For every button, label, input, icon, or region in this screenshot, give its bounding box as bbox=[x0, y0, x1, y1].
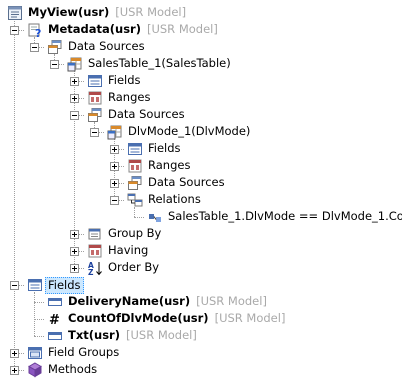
collapse-toggle[interactable] bbox=[10, 281, 19, 290]
datasource-table-icon bbox=[107, 124, 123, 140]
node-label: MyView(usr) [USR Model] bbox=[28, 5, 187, 19]
string-field-icon bbox=[47, 294, 63, 310]
expand-toggle[interactable] bbox=[10, 349, 19, 358]
fields-icon bbox=[127, 141, 143, 157]
node-label: SalesTable_1.DlvMode == DlvMode_1.Code bbox=[168, 209, 402, 223]
tree-line bbox=[34, 302, 44, 303]
metadata-icon: ? bbox=[27, 22, 43, 38]
having-icon bbox=[87, 243, 103, 259]
node-label: Fields bbox=[45, 277, 84, 294]
ranges-icon bbox=[87, 90, 103, 106]
node-label: SalesTable_1(SalesTable) bbox=[88, 56, 231, 70]
layer-tag: [USR Model] bbox=[146, 22, 218, 36]
tree-line bbox=[34, 336, 44, 337]
node-label: Order By bbox=[108, 260, 160, 274]
node-label: Relations bbox=[148, 192, 201, 206]
tree-line bbox=[134, 207, 135, 217]
expand-toggle[interactable] bbox=[70, 230, 79, 239]
collapse-toggle[interactable] bbox=[50, 60, 59, 69]
layer-tag: [USR Model] bbox=[214, 311, 286, 325]
expand-toggle[interactable] bbox=[110, 145, 119, 154]
node-label: DeliveryName(usr) [USR Model] bbox=[68, 294, 267, 308]
node-label: Ranges bbox=[148, 158, 191, 172]
node-label: Group By bbox=[108, 226, 162, 240]
node-label: Ranges bbox=[108, 90, 151, 104]
datasources-icon bbox=[87, 107, 103, 123]
svg-text:?: ? bbox=[35, 27, 41, 38]
node-label: Methods bbox=[48, 362, 98, 376]
collapse-toggle[interactable] bbox=[70, 111, 79, 120]
collapse-toggle[interactable] bbox=[30, 43, 39, 52]
tree-line bbox=[14, 21, 15, 370]
fields-icon bbox=[27, 277, 43, 293]
relation-icon bbox=[147, 209, 163, 225]
node-label: Field Groups bbox=[48, 345, 120, 359]
expand-toggle[interactable] bbox=[110, 162, 119, 171]
datasources-icon bbox=[47, 39, 63, 55]
string-field-icon bbox=[47, 328, 63, 344]
expand-toggle[interactable] bbox=[70, 94, 79, 103]
collapse-toggle[interactable] bbox=[110, 196, 119, 205]
layer-tag: [USR Model] bbox=[125, 328, 197, 342]
expand-toggle[interactable] bbox=[70, 264, 79, 273]
node-label: Data Sources bbox=[148, 175, 225, 189]
tree-line bbox=[34, 319, 44, 320]
node-label: Data Sources bbox=[68, 39, 145, 53]
node-label: CountOfDlvMode(usr) [USR Model] bbox=[68, 311, 286, 325]
layer-tag: [USR Model] bbox=[115, 5, 187, 19]
fields-icon bbox=[87, 73, 103, 89]
datasource-table-icon bbox=[67, 56, 83, 72]
aot-tree-view[interactable]: MyView(usr) [USR Model] ? Metadata(usr) [U… bbox=[0, 0, 402, 390]
tree-line bbox=[34, 292, 35, 336]
expand-toggle[interactable] bbox=[110, 179, 119, 188]
fieldgroups-icon bbox=[27, 345, 43, 361]
expand-toggle[interactable] bbox=[70, 77, 79, 86]
ranges-icon bbox=[127, 158, 143, 174]
svg-text:#: # bbox=[49, 313, 60, 327]
view-icon bbox=[7, 5, 23, 21]
node-label: Fields bbox=[108, 73, 141, 87]
datasources-icon bbox=[127, 175, 143, 191]
node-label: Data Sources bbox=[108, 107, 185, 121]
node-label: Metadata(usr) [USR Model] bbox=[48, 22, 218, 36]
collapse-toggle[interactable] bbox=[10, 26, 19, 35]
orderby-icon: AZ bbox=[87, 260, 103, 276]
groupby-icon bbox=[87, 226, 103, 242]
tree-line bbox=[134, 217, 144, 218]
methods-icon bbox=[27, 362, 43, 378]
layer-tag: [USR Model] bbox=[196, 294, 267, 308]
count-field-icon: # bbox=[47, 311, 63, 327]
svg-text:Z: Z bbox=[88, 268, 94, 276]
expand-toggle[interactable] bbox=[70, 247, 79, 256]
node-label: Txt(usr) [USR Model] bbox=[68, 328, 197, 342]
relations-icon bbox=[127, 192, 143, 208]
node-label: DlvMode_1(DlvMode) bbox=[128, 124, 251, 138]
node-label: Fields bbox=[148, 141, 181, 155]
expand-toggle[interactable] bbox=[10, 366, 19, 375]
collapse-toggle[interactable] bbox=[90, 128, 99, 137]
node-label: Having bbox=[108, 243, 149, 257]
